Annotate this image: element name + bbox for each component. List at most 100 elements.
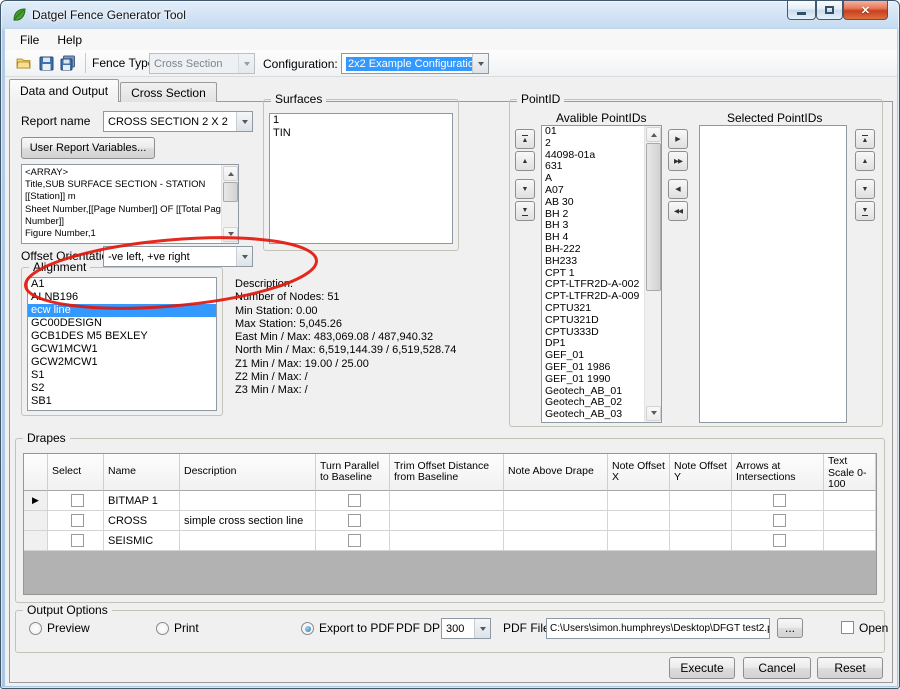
list-item[interactable]: GCW1MCW1: [28, 343, 216, 356]
row-selector[interactable]: [24, 511, 48, 531]
move-all-right-button[interactable]: ▶▶: [668, 151, 688, 171]
arrows-cell[interactable]: [732, 491, 824, 511]
grid-header[interactable]: Text Scale 0-100: [824, 454, 876, 491]
available-move-down-button[interactable]: ▼: [515, 179, 535, 199]
pdf-file-textbox[interactable]: C:\Users\simon.humphreys\Desktop\DFGT te…: [546, 618, 770, 639]
turn-parallel-checkbox[interactable]: [348, 534, 361, 547]
note-offset-x-cell[interactable]: [608, 531, 670, 551]
turn-parallel-cell[interactable]: [316, 511, 390, 531]
note-offset-y-cell[interactable]: [670, 511, 732, 531]
reset-button[interactable]: Reset: [817, 657, 883, 679]
preview-radio[interactable]: [29, 622, 42, 635]
list-item[interactable]: S2: [28, 382, 216, 395]
pdf-dpi-combo[interactable]: 300: [441, 618, 491, 639]
surfaces-list[interactable]: 1 TIN: [269, 113, 453, 244]
list-item[interactable]: GCB1DES M5 BEXLEY: [28, 330, 216, 343]
select-cell[interactable]: [48, 531, 104, 551]
scroll-down-button[interactable]: [223, 227, 238, 242]
selected-move-bottom-button[interactable]: ▼: [855, 201, 875, 221]
grid-header[interactable]: Select: [48, 454, 104, 491]
available-move-up-button[interactable]: ▲: [515, 151, 535, 171]
save-all-button[interactable]: [57, 52, 79, 74]
arrows-checkbox[interactable]: [773, 534, 786, 547]
grid-header[interactable]: Note Offset X: [608, 454, 670, 491]
grid-header[interactable]: Description: [180, 454, 316, 491]
text-scale-cell[interactable]: [824, 491, 876, 511]
select-checkbox[interactable]: [71, 494, 84, 507]
list-item[interactable]: A1: [28, 278, 216, 291]
row-selector[interactable]: ▶: [24, 491, 48, 511]
save-button[interactable]: [35, 52, 57, 74]
grid-header[interactable]: Arrows at Intersections: [732, 454, 824, 491]
list-item[interactable]: ALNB196: [28, 291, 216, 304]
list-item[interactable]: GCW2MCW1: [28, 356, 216, 369]
name-cell[interactable]: SEISMIC: [104, 531, 180, 551]
report-variables-textbox[interactable]: <ARRAY> Title,SUB SURFACE SECTION - STAT…: [21, 164, 239, 244]
name-cell[interactable]: CROSS: [104, 511, 180, 531]
select-checkbox[interactable]: [71, 534, 84, 547]
trim-offset-cell[interactable]: [390, 531, 504, 551]
grid-header[interactable]: Note Above Drape: [504, 454, 608, 491]
turn-parallel-checkbox[interactable]: [348, 494, 361, 507]
scroll-thumb[interactable]: [223, 182, 238, 202]
note-above-cell[interactable]: [504, 531, 608, 551]
export-to-pdf-radio[interactable]: [301, 622, 314, 635]
chevron-down-icon[interactable]: [236, 112, 252, 131]
turn-parallel-checkbox[interactable]: [348, 514, 361, 527]
available-scrollbar[interactable]: [644, 126, 661, 422]
text-scale-cell[interactable]: [824, 511, 876, 531]
arrows-cell[interactable]: [732, 511, 824, 531]
point-id-item[interactable]: CPTU321: [542, 303, 644, 315]
note-offset-x-cell[interactable]: [608, 491, 670, 511]
note-offset-y-cell[interactable]: [670, 531, 732, 551]
point-id-item[interactable]: Geotech_AB_03: [542, 409, 644, 421]
arrows-checkbox[interactable]: [773, 494, 786, 507]
select-cell[interactable]: [48, 511, 104, 531]
description-cell[interactable]: [180, 531, 316, 551]
grid-header[interactable]: Name: [104, 454, 180, 491]
close-button[interactable]: ✕: [843, 1, 888, 20]
report-name-combo[interactable]: CROSS SECTION 2 X 2: [103, 111, 253, 132]
configuration-combo[interactable]: 2x2 Example Configuration: [341, 53, 489, 74]
select-checkbox[interactable]: [71, 514, 84, 527]
browse-button[interactable]: ...: [777, 618, 803, 638]
list-item[interactable]: TIN: [270, 127, 452, 140]
variables-scrollbar[interactable]: [221, 165, 238, 243]
available-pointids-list[interactable]: 01 2 44098-01a 631 A A07 AB 30 BH 2 BH 3…: [541, 125, 662, 423]
tab-cross-section[interactable]: Cross Section: [120, 82, 217, 102]
menu-help[interactable]: Help: [48, 31, 91, 49]
point-id-item[interactable]: AB 30: [542, 197, 644, 209]
move-right-button[interactable]: ▶: [668, 129, 688, 149]
turn-parallel-cell[interactable]: [316, 491, 390, 511]
point-id-item[interactable]: GEF_01 1986: [542, 362, 644, 374]
chevron-down-icon[interactable]: [472, 54, 488, 73]
available-move-top-button[interactable]: ▲: [515, 129, 535, 149]
text-scale-cell[interactable]: [824, 531, 876, 551]
description-cell[interactable]: simple cross section line: [180, 511, 316, 531]
point-id-item[interactable]: A07: [542, 185, 644, 197]
chevron-down-icon[interactable]: [474, 619, 490, 638]
tab-data-and-output[interactable]: Data and Output: [9, 79, 119, 102]
trim-offset-cell[interactable]: [390, 491, 504, 511]
scroll-thumb[interactable]: [646, 143, 661, 291]
scroll-down-button[interactable]: [646, 406, 661, 421]
grid-header[interactable]: Turn Parallel to Baseline: [316, 454, 390, 491]
point-id-item[interactable]: GEF_01 1990: [542, 374, 644, 386]
maximize-button[interactable]: [816, 1, 843, 20]
note-offset-x-cell[interactable]: [608, 511, 670, 531]
list-item-selected[interactable]: ecw line: [28, 304, 216, 317]
list-item[interactable]: SB1: [28, 395, 216, 408]
turn-parallel-cell[interactable]: [316, 531, 390, 551]
move-all-left-button[interactable]: ◀◀: [668, 201, 688, 221]
open-checkbox[interactable]: [841, 621, 854, 634]
select-cell[interactable]: [48, 491, 104, 511]
scroll-up-button[interactable]: [646, 127, 661, 142]
point-id-item[interactable]: 631: [542, 161, 644, 173]
description-cell[interactable]: [180, 491, 316, 511]
point-id-item[interactable]: CPTU321D: [542, 315, 644, 327]
point-id-item[interactable]: BH-222: [542, 244, 644, 256]
list-item[interactable]: S1: [28, 369, 216, 382]
cancel-button[interactable]: Cancel: [743, 657, 811, 679]
note-offset-y-cell[interactable]: [670, 491, 732, 511]
grid-header[interactable]: Trim Offset Distance from Baseline: [390, 454, 504, 491]
